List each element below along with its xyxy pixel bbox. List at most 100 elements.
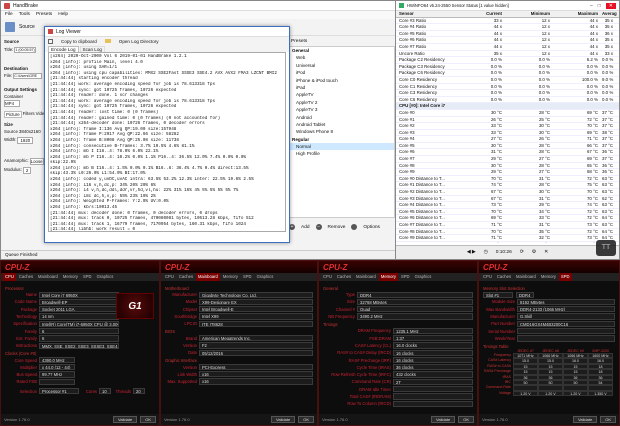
log-toolbar: Copy to clipboard Open Log Directory	[45, 37, 289, 46]
selection-select[interactable]: Processor #1	[39, 388, 79, 395]
tab-spd[interactable]: SPD	[399, 273, 412, 281]
cpuz-4-validate-button[interactable]: Validate	[573, 416, 598, 423]
sensor-row: Uncore Ratio 35 x 12 x 44 x 33 x	[396, 51, 619, 58]
minimize-icon[interactable]: –	[590, 3, 593, 9]
menu-presets[interactable]: Presets	[36, 12, 52, 18]
preset-item[interactable]: iPhone & iPod touch	[290, 77, 394, 84]
cpuz-2-gi: Version PCI-Express Link Width x16 Max. Supp…	[165, 363, 313, 385]
log-text-area[interactable]: [x264] 2020-Oct-2000 Vol 6 2019-01-01 Ha…	[48, 52, 286, 232]
sensor-row: Core #0 30 °C 28 °C 69 °C 37 °C	[396, 110, 619, 117]
tab-scan-log[interactable]: Scan Log	[79, 46, 105, 52]
cpuz-3-ok-button[interactable]: OK	[458, 416, 474, 423]
header-minimum[interactable]: Minimum	[506, 11, 554, 17]
tab-graphics[interactable]: Graphics	[413, 273, 434, 281]
menu-help[interactable]: Help	[58, 12, 68, 18]
preset-item[interactable]: Universal	[290, 62, 394, 69]
cpuz-1-ok-button[interactable]: OK	[140, 416, 156, 423]
tab-caches[interactable]: Caches	[177, 273, 195, 281]
maximize-icon[interactable]: □	[598, 3, 601, 9]
tab-filters[interactable]: Filters	[23, 111, 35, 118]
tab-spd[interactable]: SPD	[81, 273, 94, 281]
tab-caches[interactable]: Caches	[495, 273, 513, 281]
tab-cpu[interactable]: CPU	[3, 273, 16, 281]
tab-caches[interactable]: Caches	[335, 273, 353, 281]
preset-group[interactable]: General	[290, 47, 394, 54]
field-label: Multiplier	[20, 364, 37, 370]
folder-icon[interactable]	[104, 39, 111, 43]
preset-item[interactable]: Android Tablet	[290, 121, 394, 128]
sensor-maximum: 100.0 %	[581, 76, 598, 82]
tab-spd[interactable]: SPD	[241, 273, 254, 281]
preset-item[interactable]: iPod	[290, 69, 394, 76]
width-input[interactable]: 1920	[17, 137, 34, 144]
preset-item[interactable]: AppleTV 3	[290, 106, 394, 113]
title-select[interactable]: 1 (00:05:57)	[14, 47, 36, 53]
tab-memory[interactable]: Memory	[539, 273, 558, 281]
settings-icon[interactable]: ⚙	[532, 250, 536, 255]
menu-tools[interactable]: Tools	[19, 12, 30, 18]
tab-cpu[interactable]: CPU	[163, 273, 176, 281]
add-preset-button[interactable]: Add	[301, 225, 310, 230]
open-log-directory-button[interactable]: Open Log Directory	[119, 39, 159, 44]
remove-preset-button[interactable]: Remove	[328, 225, 346, 230]
cpuz-1-validate-button[interactable]: Validate	[113, 416, 138, 423]
sensor-current: 67 °C	[490, 195, 502, 201]
tab-graphics[interactable]: Graphics	[95, 273, 116, 281]
source-toolbar-icon[interactable]	[5, 22, 15, 32]
header-sensor[interactable]: Sensor	[396, 11, 458, 17]
tab-mainboard[interactable]: Mainboard	[514, 273, 538, 281]
container-row: Container	[4, 94, 42, 99]
nav-arrows-icon[interactable]: ◀ ▶	[467, 250, 476, 255]
tab-memory[interactable]: Memory	[61, 273, 80, 281]
cpuz-4-ok-button[interactable]: OK	[600, 416, 616, 423]
copy-icon[interactable]	[48, 39, 53, 44]
tab-graphics[interactable]: Graphics	[255, 273, 276, 281]
container-select[interactable]: MP4	[4, 100, 20, 107]
cpuz-2-validate-button[interactable]: Validate	[271, 416, 296, 423]
preset-item[interactable]: High Profile	[290, 150, 394, 157]
tab-mainboard[interactable]: Mainboard	[36, 273, 60, 281]
tab-memory[interactable]: Memory	[221, 273, 240, 281]
tab-mainboard[interactable]: Mainboard	[354, 273, 378, 281]
tab-memory[interactable]: Memory	[378, 273, 398, 281]
source-toolbar-label[interactable]: Source	[19, 24, 35, 30]
header-maximum[interactable]: Maximum	[554, 11, 602, 17]
file-input[interactable]: C:\Users\GRE	[13, 73, 42, 79]
preset-item[interactable]: Web	[290, 54, 394, 61]
options-button[interactable]: Options	[363, 225, 380, 230]
tab-encode-log[interactable]: Encode Log	[48, 46, 79, 52]
sensor-minimum: 0.0 %	[538, 96, 550, 102]
sensor-current: 31 °C	[490, 149, 502, 155]
reset-icon[interactable]: ⟳	[520, 250, 524, 255]
close-icon[interactable]: ✕	[605, 2, 616, 9]
slot-select[interactable]: Slot #1	[483, 291, 513, 298]
preset-item[interactable]: Windows Phone 8	[290, 128, 394, 135]
header-current[interactable]: Current	[458, 11, 506, 17]
cpuz-2-ok-button[interactable]: OK	[298, 416, 314, 423]
gear-icon[interactable]	[351, 224, 358, 230]
hwinfo-window: HWiNFO64 v5.24-2550 Sensor Status [1 val…	[395, 0, 620, 260]
cpuz-3-validate-button[interactable]: Validate	[431, 416, 456, 423]
menu-file[interactable]: File	[5, 12, 13, 18]
header-average[interactable]: Average	[602, 11, 617, 17]
preset-group[interactable]: Regular	[290, 136, 394, 143]
tab-mainboard[interactable]: Mainboard	[196, 273, 220, 281]
tab-cpu[interactable]: CPU	[481, 273, 494, 281]
modulus-select[interactable]: 2	[22, 167, 32, 174]
field-value: 1:37	[393, 334, 473, 342]
preset-item[interactable]: Normal	[290, 143, 394, 151]
preset-item[interactable]: AppleTV 2	[290, 99, 394, 106]
tab-spd[interactable]: SPD	[558, 273, 572, 281]
tab-cpu[interactable]: CPU	[321, 273, 334, 281]
tab-picture[interactable]: Picture	[4, 111, 22, 118]
log-viewer-title: Log Viewer	[56, 28, 81, 35]
sensor-average: 37 °C	[602, 116, 614, 122]
copy-to-clipboard-button[interactable]: Copy to clipboard	[61, 39, 97, 44]
close-sensors-icon[interactable]: ✕	[544, 250, 548, 255]
preset-item[interactable]: Android	[290, 114, 394, 121]
anamorphic-select[interactable]: Loose	[29, 158, 44, 165]
preset-item[interactable]: AppleTV	[290, 91, 394, 98]
preset-item[interactable]: iPad	[290, 84, 394, 91]
remove-icon[interactable]: −	[315, 224, 322, 230]
tab-caches[interactable]: Caches	[17, 273, 35, 281]
